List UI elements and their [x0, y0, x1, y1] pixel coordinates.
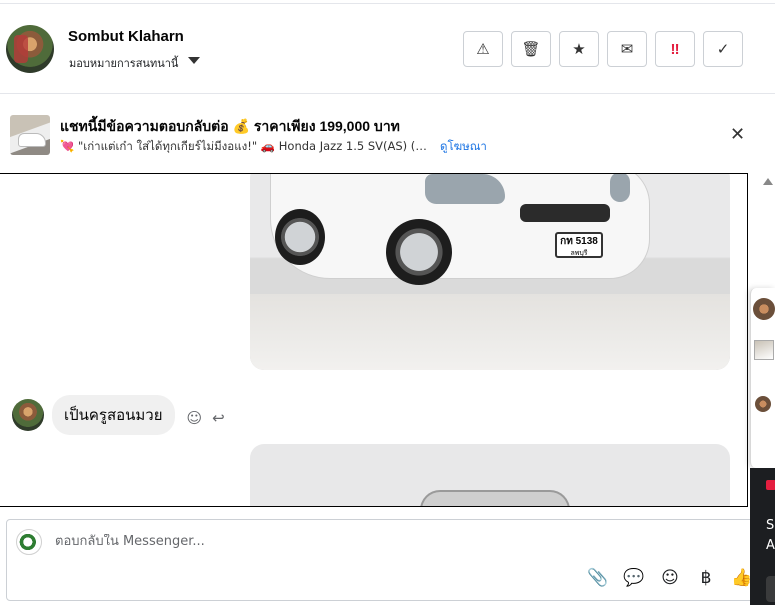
report-icon: ⚠ — [476, 41, 490, 58]
incoming-message-row: เป็นครูสอนมวย ☺ ↩ — [12, 395, 225, 435]
popup-text-1: S — [766, 518, 775, 533]
plate-province: ลพบุรี — [570, 250, 588, 257]
car-grille — [520, 204, 610, 222]
car-headlight — [425, 174, 505, 204]
attach-icon[interactable]: 📎 — [587, 568, 609, 588]
reply-composer: 📎 💬 ☺ ฿ 👍 — [6, 519, 762, 601]
conversation-header: Sombut Klaharn มอบหมายการสนทนานี้ ⚠ 🗑 ★ … — [0, 5, 775, 93]
popup-chip-icon — [766, 480, 775, 490]
emoji-icon[interactable]: ☺ — [659, 568, 681, 588]
car-photo-message-2[interactable] — [250, 444, 730, 506]
envelope-icon: ✉ — [620, 41, 634, 58]
chat-head-avatar[interactable] — [753, 298, 775, 320]
ad-thumbnail[interactable] — [10, 115, 50, 155]
star-icon: ★ — [572, 41, 586, 58]
mark-done-button[interactable]: ✓ — [703, 31, 743, 67]
report-button[interactable]: ⚠ — [463, 31, 503, 67]
contact-name[interactable]: Sombut Klaharn — [68, 28, 184, 45]
message-bubble[interactable]: เป็นครูสอนมวย — [52, 395, 175, 435]
car-wheel-rear — [275, 209, 325, 265]
sender-avatar[interactable] — [12, 399, 44, 431]
banner-title: แชทนี้มีข้อความตอบกลับต่อ 💰 ราคาเพียง 19… — [60, 118, 400, 134]
dark-popup-panel: S A — [750, 468, 775, 605]
chat-head-avatar-small[interactable] — [755, 396, 771, 412]
floor-reflection — [250, 294, 730, 370]
baht-icon[interactable]: ฿ — [695, 568, 717, 588]
composer-tools: 📎 💬 ☺ ฿ 👍 — [587, 568, 753, 588]
banner-subline: 💘 "เก่าแต่เก๋า ใส่ได้ทุกเกียร์ไม่มีงอแง!… — [60, 138, 530, 156]
react-icon[interactable]: ☺ — [187, 409, 203, 427]
car-photo-message[interactable]: กท 5138 ลพบุรี — [250, 174, 730, 370]
assign-conversation-dropdown[interactable]: มอบหมายการสนทนานี้ — [69, 54, 201, 72]
delete-button[interactable]: 🗑 — [511, 31, 551, 67]
assign-label: มอบหมายการสนทนานี้ — [69, 57, 179, 70]
top-divider — [0, 0, 775, 4]
caret-down-icon — [188, 56, 201, 64]
chat-head-thumbnail[interactable] — [754, 340, 774, 360]
saved-reply-icon[interactable]: 💬 — [623, 568, 645, 588]
spam-icon: ‼ — [670, 40, 680, 58]
spam-button[interactable]: ‼ — [655, 31, 695, 67]
scroll-up-arrow-icon[interactable] — [763, 178, 773, 185]
close-icon[interactable]: ✕ — [730, 124, 745, 145]
plate-number: กท 5138 — [560, 236, 598, 247]
car-wheel — [386, 219, 452, 285]
license-plate: กท 5138 ลพบุรี — [555, 232, 603, 258]
view-ad-link[interactable]: ดูโฆษณา — [440, 138, 487, 156]
check-icon: ✓ — [716, 41, 730, 58]
star-button[interactable]: ★ — [559, 31, 599, 67]
reply-icon[interactable]: ↩ — [212, 409, 225, 427]
message-actions: ☺ ↩ — [187, 409, 225, 427]
ad-reply-banner: แชทนี้มีข้อความตอบกลับต่อ 💰 ราคาเพียง 19… — [0, 93, 775, 173]
trash-icon: 🗑 — [521, 41, 541, 58]
page-avatar — [16, 529, 42, 555]
message-thread[interactable]: กท 5138 ลพบุรี เป็นครูสอนมวย ☺ ↩ — [0, 173, 748, 507]
reply-input[interactable] — [55, 534, 655, 549]
banner-description: 💘 "เก่าแต่เก๋า ใส่ได้ทุกเกียร์ไม่มีงอแง!… — [60, 139, 432, 153]
contact-avatar[interactable] — [6, 25, 54, 73]
chat-heads-panel — [750, 288, 775, 468]
header-actions: ⚠ 🗑 ★ ✉ ‼ ✓ — [463, 31, 743, 67]
popup-text-2: A — [766, 538, 775, 553]
mark-unread-button[interactable]: ✉ — [607, 31, 647, 67]
car-headlight-right — [610, 174, 630, 202]
car-roof — [420, 490, 570, 506]
popup-button[interactable] — [766, 576, 775, 602]
